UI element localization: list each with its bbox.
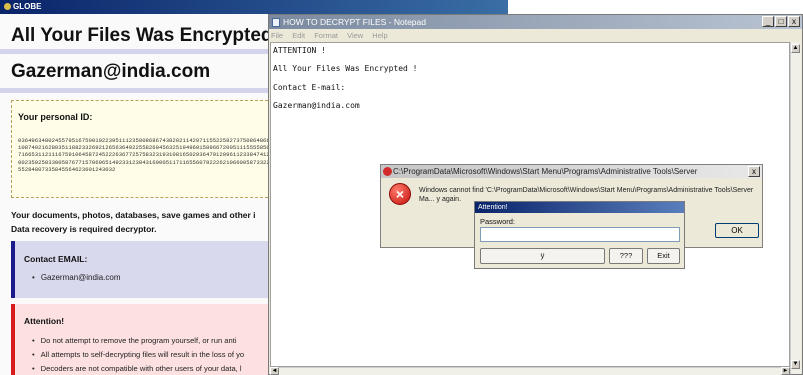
attention-item: Do not attempt to remove the program you…	[32, 336, 237, 345]
scroll-down-icon[interactable]: ▼	[791, 360, 800, 369]
menu-edit[interactable]: Edit	[292, 31, 305, 40]
ransom-email-heading: Gazerman@india.com	[11, 61, 211, 82]
ransom-note-page: All Your Files Was Encrypted ! Gazerman@…	[0, 14, 268, 375]
heading-divider	[0, 49, 268, 54]
text-line: ATTENTION !	[273, 46, 326, 55]
text-line: Gazerman@india.com	[273, 101, 360, 110]
personal-id-code: 0364963480245579516750010223951112358086…	[18, 137, 268, 173]
attention-heading: Attention!	[24, 316, 65, 326]
error-dialog-titlebar[interactable]: C:\ProgramData\Microsoft\Windows\Start M…	[381, 165, 762, 178]
menu-help[interactable]: Help	[372, 31, 387, 40]
minimize-button[interactable]: _	[762, 16, 774, 27]
globe-icon	[4, 3, 11, 10]
contact-email-heading: Contact EMAIL:	[24, 254, 88, 264]
scroll-right-icon[interactable]: ►	[781, 367, 790, 375]
attention-box: Attention! Do not attempt to remove the …	[11, 304, 268, 375]
attention-item: All attempts to self-decrypting files wi…	[32, 350, 244, 359]
menu-format[interactable]: Format	[314, 31, 338, 40]
close-button[interactable]: x	[788, 16, 800, 27]
menu-file[interactable]: File	[271, 31, 283, 40]
ransom-note-window: All Your Files Was Encrypted ! Gazerman@…	[0, 0, 268, 375]
notepad-menubar: File Edit Format View Help	[269, 29, 802, 42]
exit-button[interactable]: Exit	[647, 248, 680, 264]
maximize-button[interactable]: □	[775, 16, 787, 27]
error-x-icon: ×	[389, 183, 411, 205]
scroll-left-icon[interactable]: ◄	[270, 367, 279, 375]
personal-id-label: Your personal ID:	[18, 112, 93, 122]
personal-id-box: Your personal ID: 0364963480245579516750…	[11, 100, 268, 198]
ransom-heading: All Your Files Was Encrypted !	[11, 25, 268, 46]
contact-email-item: Gazerman@india.com	[32, 273, 121, 282]
ransom-window-title: GLOBE	[13, 2, 42, 11]
error-dialog-title: C:\ProgramData\Microsoft\Windows\Start M…	[393, 167, 698, 176]
notepad-icon	[272, 18, 280, 27]
documents-line: Your documents, photos, databases, save …	[11, 210, 256, 220]
text-line: Contact E-mail:	[273, 83, 346, 92]
email-divider	[0, 88, 268, 93]
scroll-up-icon[interactable]: ▲	[791, 44, 800, 53]
password-label: Password:	[480, 217, 516, 226]
password-dialog: Attention! Password: ÿ ??? Exit	[474, 201, 685, 269]
ransom-window-titlebar[interactable]: GLOBE	[0, 0, 508, 14]
decryptor-line: Data recovery is required decryptor.	[11, 224, 157, 234]
password-input[interactable]	[480, 227, 680, 242]
ok-button[interactable]: OK	[715, 223, 759, 238]
password-dialog-titlebar[interactable]: Attention!	[475, 202, 684, 213]
vertical-scrollbar[interactable]: ▲ ▼	[790, 42, 801, 374]
error-title-icon	[383, 167, 392, 176]
question-button[interactable]: ???	[609, 248, 643, 264]
decrypt-button[interactable]: ÿ	[480, 248, 605, 264]
contact-email-box: Contact EMAIL: Gazerman@india.com	[11, 241, 268, 298]
notepad-title: HOW TO DECRYPT FILES - Notepad	[283, 17, 426, 27]
error-close-button[interactable]: x	[748, 166, 760, 177]
horizontal-scrollbar[interactable]: ◄ ►	[270, 367, 790, 375]
text-line: All Your Files Was Encrypted !	[273, 64, 418, 73]
menu-view[interactable]: View	[347, 31, 363, 40]
attention-item: Decoders are not compatible with other u…	[32, 364, 242, 373]
notepad-titlebar[interactable]: HOW TO DECRYPT FILES - Notepad _ □ x	[269, 15, 802, 29]
